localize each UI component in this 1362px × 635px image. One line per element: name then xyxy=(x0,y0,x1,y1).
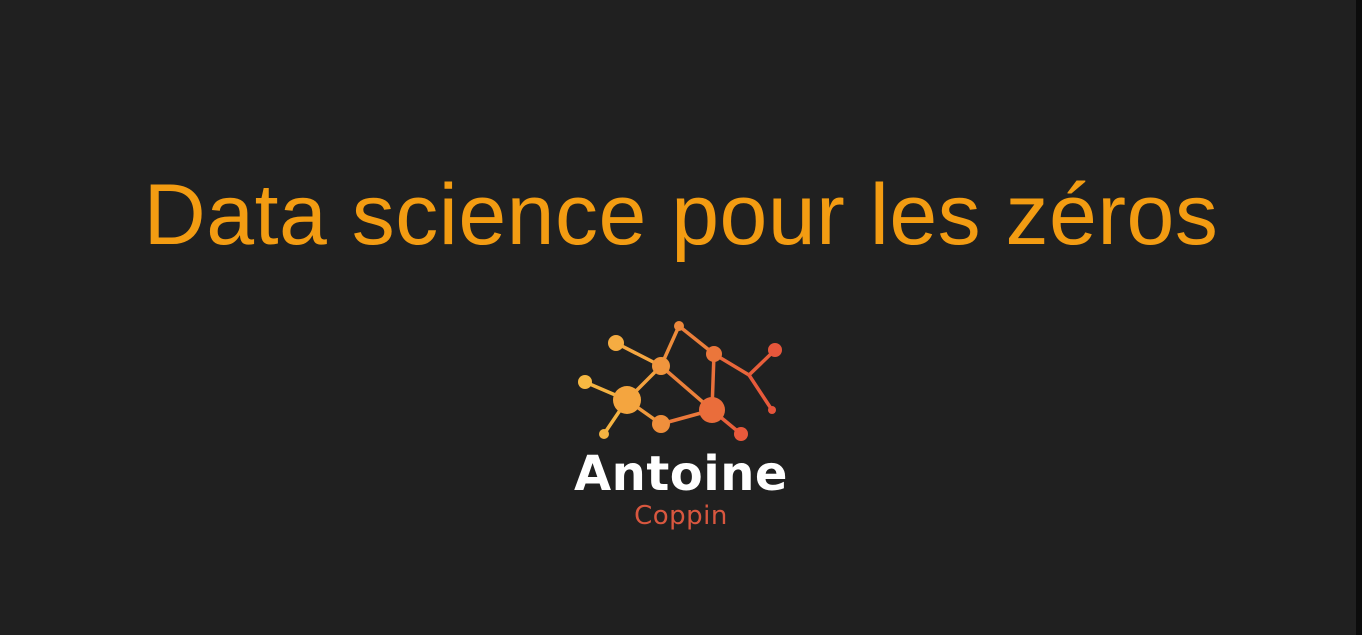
slide: Data science pour les zéros Antoine Copp… xyxy=(0,0,1362,635)
author-last-name: Coppin xyxy=(634,501,728,531)
window-edge xyxy=(1356,0,1362,635)
slide-title: Data science pour les zéros xyxy=(143,167,1219,263)
network-logo-icon xyxy=(578,321,782,441)
author-first-name: Antoine xyxy=(574,446,788,502)
